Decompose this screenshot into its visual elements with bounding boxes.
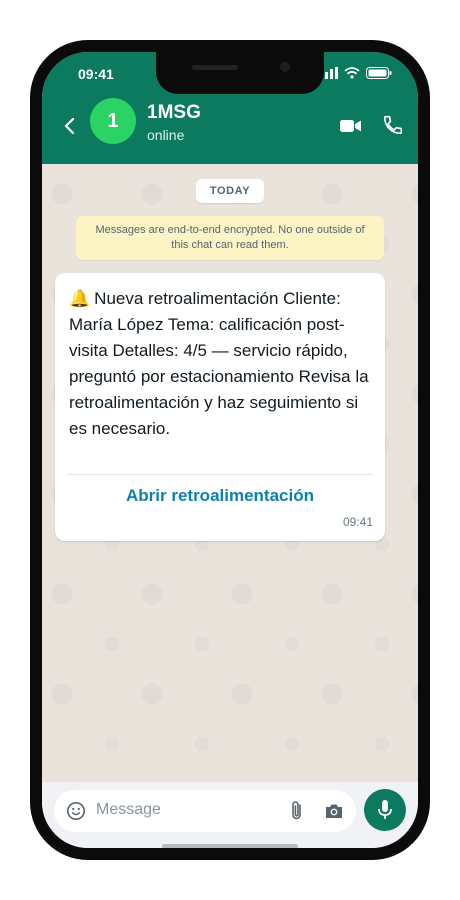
composer-bar: Message (42, 782, 418, 848)
open-feedback-button[interactable]: Abrir retroalimentación (55, 486, 385, 506)
message-bubble[interactable]: 🔔 Nueva retroalimentación Cliente: María … (55, 273, 385, 541)
bell-icon: 🔔 (69, 289, 91, 308)
status-icons (320, 67, 392, 79)
message-text-block: 🔔 Nueva retroalimentación Cliente: María … (69, 286, 375, 442)
microphone-icon (378, 800, 392, 819)
phone-icon[interactable] (382, 114, 404, 136)
message-input[interactable]: Message (96, 801, 161, 819)
message-text: Nueva retroalimentación Cliente: María L… (69, 289, 369, 438)
encryption-notice[interactable]: Messages are end-to-end encrypted. No on… (76, 216, 384, 260)
screen: 09:41 1 1MSG online TODAY Messages are e… (42, 52, 418, 848)
camera-icon[interactable] (324, 802, 344, 820)
emoji-icon[interactable] (66, 801, 86, 821)
chat-area[interactable]: TODAY Messages are end-to-end encrypted.… (42, 164, 418, 782)
front-camera (280, 62, 290, 72)
contact-name[interactable]: 1MSG (147, 102, 201, 124)
contact-status: online (147, 127, 185, 143)
message-input-box[interactable]: Message (54, 790, 356, 832)
paperclip-icon[interactable] (288, 800, 306, 822)
message-time: 09:41 (342, 515, 373, 529)
divider (67, 474, 373, 475)
date-separator: TODAY (196, 179, 264, 203)
wifi-icon (344, 67, 360, 79)
status-time: 09:41 (78, 66, 114, 82)
back-arrow-icon[interactable] (60, 116, 80, 136)
avatar[interactable]: 1 (90, 98, 136, 144)
video-call-icon[interactable] (340, 118, 362, 134)
home-indicator (162, 844, 298, 848)
microphone-button[interactable] (364, 789, 406, 831)
notch (156, 52, 324, 94)
battery-icon (366, 67, 392, 79)
speaker (192, 65, 238, 70)
phone-frame: 09:41 1 1MSG online TODAY Messages are e… (30, 40, 430, 860)
